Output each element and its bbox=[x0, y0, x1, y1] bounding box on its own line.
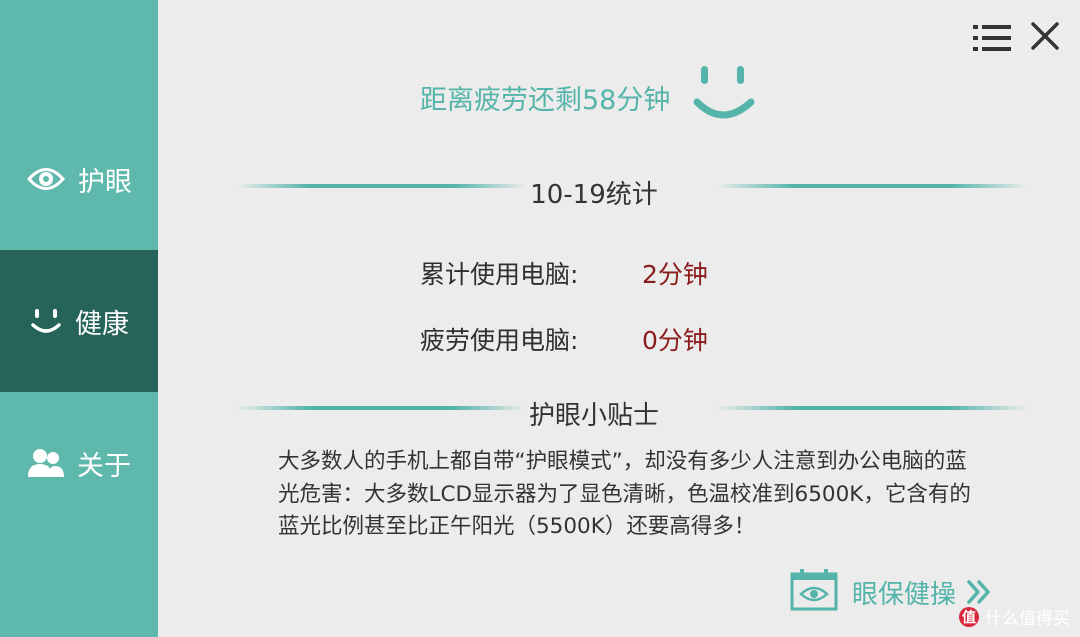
fatigue-usage-label: 疲劳使用电脑: bbox=[420, 326, 579, 355]
menu-icon[interactable] bbox=[973, 24, 1011, 56]
fatigue-countdown: 距离疲劳还剩58分钟 bbox=[420, 85, 671, 116]
close-icon[interactable] bbox=[1031, 22, 1059, 54]
sidebar-item-about[interactable]: 关于 bbox=[0, 392, 158, 534]
stats-divider-left bbox=[236, 184, 526, 188]
sidebar-item-eye-care[interactable]: 护眼 bbox=[0, 108, 158, 250]
sidebar: 护眼 健康 关于 bbox=[0, 0, 158, 637]
sidebar-item-label: 健康 bbox=[75, 308, 129, 340]
stats-title: 10-19统计 bbox=[530, 180, 658, 210]
sidebar-item-health[interactable]: 健康 bbox=[0, 250, 158, 392]
total-usage-label: 累计使用电脑: bbox=[420, 260, 579, 289]
smiley-face-icon bbox=[693, 62, 757, 132]
stats-divider-right bbox=[716, 184, 1028, 188]
watermark-text: 什么值得买 bbox=[985, 609, 1070, 629]
users-icon bbox=[27, 447, 65, 479]
tips-title: 护眼小贴士 bbox=[528, 401, 659, 431]
total-usage-value: 2分钟 bbox=[642, 260, 708, 289]
tips-divider-right bbox=[716, 406, 1028, 410]
sidebar-item-label: 护眼 bbox=[78, 166, 132, 198]
site-watermark: 值 什么值得买 bbox=[959, 604, 1070, 629]
calendar-eye-icon bbox=[790, 568, 838, 616]
tip-text: 大多数人的手机上都自带“护眼模式”，却没有多少人注意到办公电脑的蓝光危害：大多数… bbox=[278, 449, 971, 539]
watermark-badge: 值 bbox=[959, 606, 979, 627]
double-chevron-right-icon bbox=[966, 579, 992, 605]
tips-divider-left bbox=[236, 406, 526, 410]
eye-exercise-label: 眼保健操 bbox=[852, 579, 957, 610]
sidebar-item-label: 关于 bbox=[77, 450, 131, 482]
fatigue-usage-value: 0分钟 bbox=[642, 326, 708, 355]
eye-icon bbox=[26, 164, 66, 194]
smile-icon bbox=[29, 306, 63, 336]
main-panel: 距离疲劳还剩58分钟 10-19统计 累计使用电脑: 2分钟 疲劳使用电脑: 0… bbox=[158, 0, 1080, 637]
